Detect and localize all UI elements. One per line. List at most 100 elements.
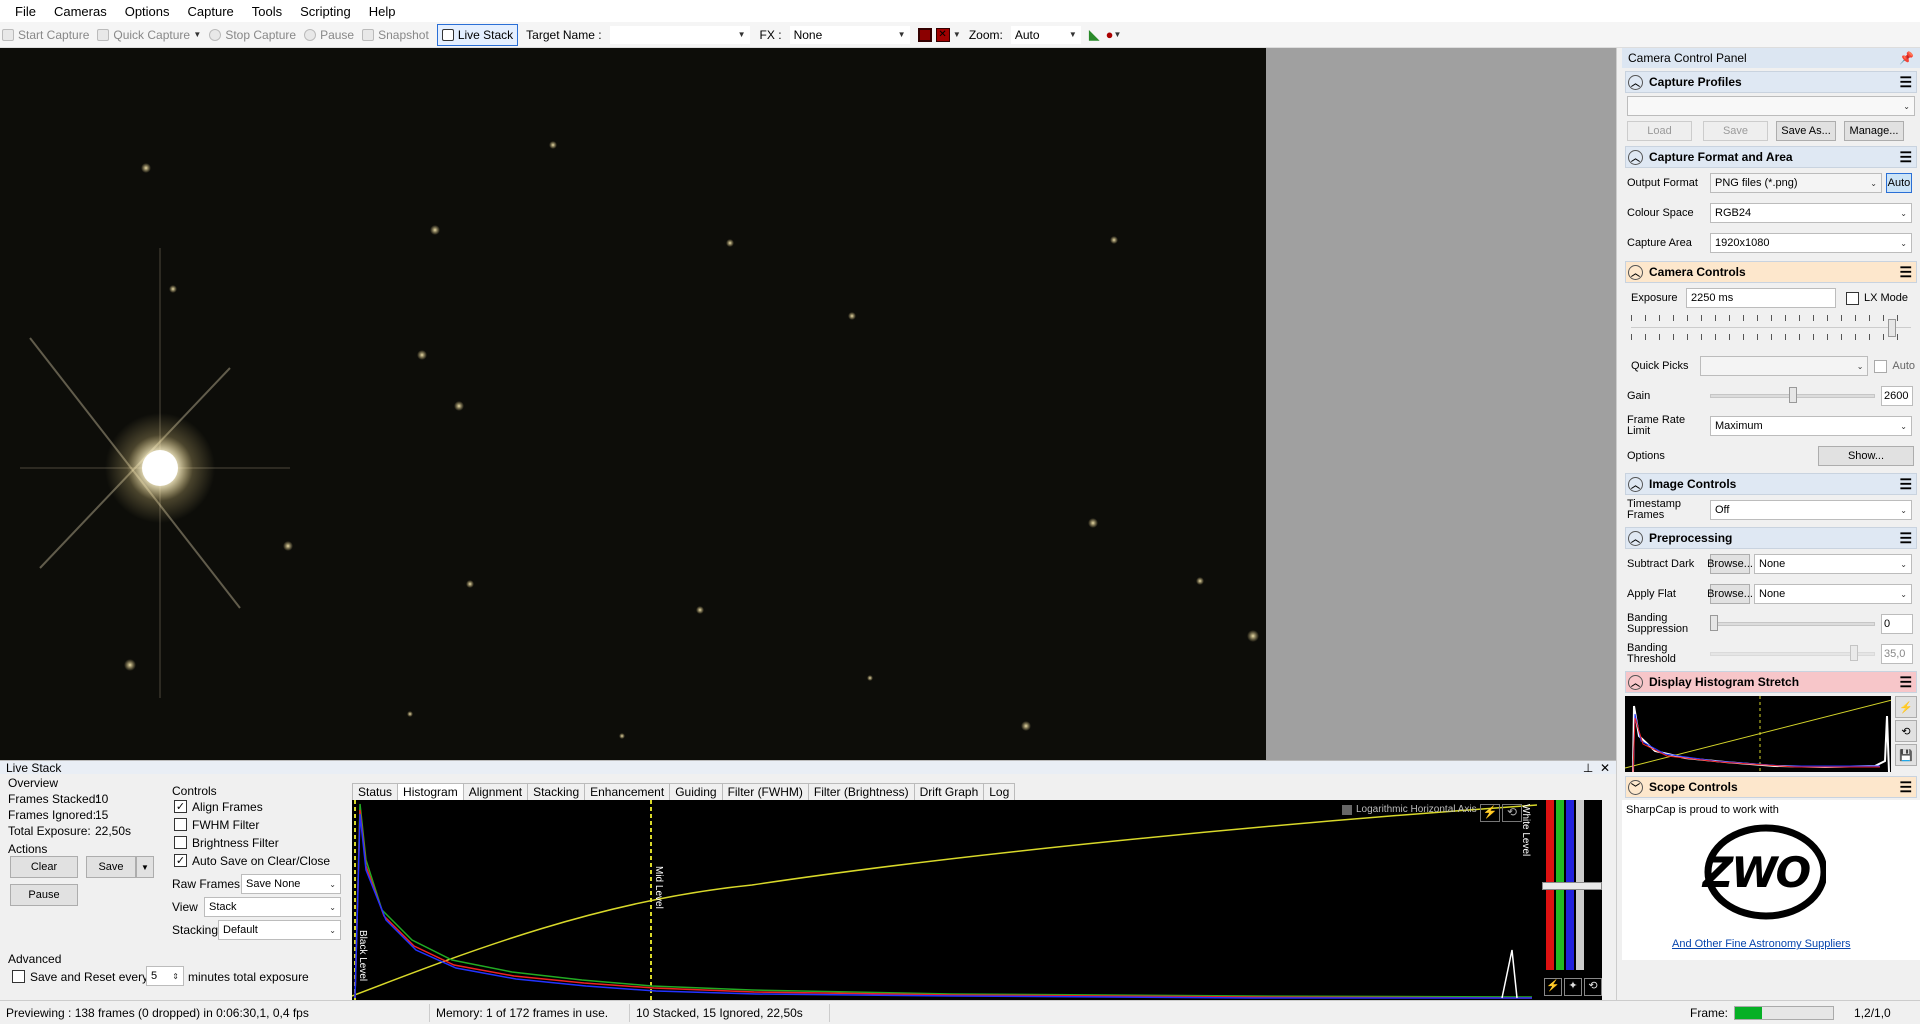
collapse-icon[interactable]: ︿ <box>1628 74 1643 90</box>
image-viewer[interactable] <box>0 48 1266 760</box>
collapse-icon[interactable]: ︿ <box>1628 530 1643 546</box>
auto-stretch-icon[interactable]: ⚡ <box>1480 804 1500 822</box>
save-reset-checkbox[interactable] <box>12 970 25 983</box>
auto-stretch-icon[interactable]: ⚡ <box>1544 978 1562 996</box>
tab-drift-graph[interactable]: Drift Graph <box>913 783 985 800</box>
menu-icon[interactable]: ☰ <box>1899 674 1912 691</box>
load-profile-button[interactable]: Load <box>1627 121 1692 141</box>
suppliers-link[interactable]: And Other Fine Astronomy Suppliers <box>1672 938 1851 950</box>
auto-stretch-icon[interactable]: ⚡ <box>1895 696 1917 718</box>
fx-select[interactable]: None ▼ <box>789 25 910 44</box>
tab-histogram[interactable]: Histogram <box>397 783 464 800</box>
auto-save-checkbox[interactable]: ✓ <box>174 854 187 867</box>
fwhm-filter-checkbox[interactable] <box>174 818 187 831</box>
collapse-icon[interactable]: ︿ <box>1628 674 1643 690</box>
quick-capture-button[interactable]: Quick Capture ▼ <box>97 24 201 46</box>
save-as-profile-button[interactable]: Save As... <box>1776 121 1836 141</box>
tab-filter-brightness[interactable]: Filter (Brightness) <box>807 783 915 800</box>
menu-scripting[interactable]: Scripting <box>291 4 360 19</box>
gain-slider[interactable] <box>1710 387 1875 403</box>
manage-profiles-button[interactable]: Manage... <box>1844 121 1904 141</box>
collapse-icon[interactable]: ︿ <box>1628 264 1643 280</box>
timestamp-select[interactable]: Off ⌄ <box>1710 500 1912 520</box>
tab-stacking[interactable]: Stacking <box>527 783 586 800</box>
section-histogram-stretch[interactable]: ︿ Display Histogram Stretch ☰ <box>1625 671 1917 693</box>
tab-guiding[interactable]: Guiding <box>669 783 723 800</box>
exposure-input[interactable]: 2250 ms <box>1686 288 1836 308</box>
save-icon[interactable]: 💾 <box>1895 744 1917 766</box>
stacking-select[interactable]: Default ⌄ <box>218 920 341 940</box>
collapse-icon[interactable]: ︿ <box>1628 476 1643 492</box>
menu-tools[interactable]: Tools <box>243 4 291 19</box>
sparkle-icon[interactable]: ✦ <box>1564 978 1582 996</box>
pause-stack-button[interactable]: Pause <box>10 884 78 906</box>
reset-icon[interactable]: ⟲ <box>1502 804 1522 822</box>
section-capture-format[interactable]: ︿ Capture Format and Area ☰ <box>1625 146 1917 168</box>
reset-icon[interactable]: ⟲ <box>1584 978 1602 996</box>
log-axis-toggle[interactable]: Logarithmic Horizontal Axis <box>1342 804 1477 815</box>
tab-filter-fwhm[interactable]: Filter (FWHM) <box>721 783 809 800</box>
frame-rate-select[interactable]: Maximum ⌄ <box>1710 416 1912 436</box>
menu-cameras[interactable]: Cameras <box>45 4 116 19</box>
tab-log[interactable]: Log <box>983 783 1016 800</box>
focus-assist-icon[interactable]: ● ▼ <box>1106 24 1122 46</box>
pin-icon[interactable]: ⊥ <box>1583 761 1593 775</box>
banding-suppression-input[interactable]: 0 <box>1881 614 1913 634</box>
banding-suppression-thumb[interactable] <box>1710 615 1718 631</box>
banding-suppression-slider[interactable] <box>1710 615 1875 631</box>
section-preprocessing[interactable]: ︿ Preprocessing ☰ <box>1625 527 1917 549</box>
section-scope-controls[interactable]: ﹀ Scope Controls ☰ <box>1625 776 1917 798</box>
tab-status[interactable]: Status <box>352 783 399 800</box>
pause-button[interactable]: Pause <box>304 24 354 46</box>
collapse-icon[interactable]: ︿ <box>1628 149 1643 165</box>
tab-alignment[interactable]: Alignment <box>462 783 529 800</box>
profile-select[interactable]: ⌄ <box>1627 96 1915 116</box>
menu-icon[interactable]: ☰ <box>1899 779 1912 796</box>
menu-help[interactable]: Help <box>360 4 405 19</box>
menu-capture[interactable]: Capture <box>179 4 243 19</box>
colour-space-select[interactable]: RGB24 ⌄ <box>1710 203 1912 223</box>
red-cross-button[interactable]: ✕ ▼ <box>935 24 961 46</box>
stack-histogram[interactable]: Logarithmic Horizontal Axis ⚡ ⟲ Black Le… <box>352 800 1542 1000</box>
exposure-slider-thumb[interactable] <box>1888 319 1896 337</box>
live-stack-button[interactable]: Live Stack <box>436 23 519 46</box>
menu-options[interactable]: Options <box>116 4 179 19</box>
output-format-select[interactable]: PNG files (*.png) ⌄ <box>1710 173 1882 193</box>
flat-select[interactable]: None ⌄ <box>1754 584 1912 604</box>
show-options-button[interactable]: Show... <box>1818 446 1914 466</box>
expand-icon[interactable]: ﹀ <box>1628 779 1643 795</box>
capture-area-select[interactable]: 1920x1080 ⌄ <box>1710 233 1912 253</box>
section-image-controls[interactable]: ︿ Image Controls ☰ <box>1625 473 1917 495</box>
section-capture-profiles[interactable]: ︿ Capture Profiles ☰ <box>1625 71 1917 93</box>
zoom-select[interactable]: Auto ▼ <box>1010 25 1081 44</box>
stop-capture-button[interactable]: Stop Capture <box>209 24 296 46</box>
browse-dark-button[interactable]: Browse... <box>1707 554 1753 574</box>
gain-value-input[interactable]: 2600 <box>1881 386 1913 406</box>
menu-icon[interactable]: ☰ <box>1899 530 1912 547</box>
gain-slider-thumb[interactable] <box>1788 387 1797 403</box>
pin-icon[interactable]: 📌 <box>1899 51 1914 65</box>
banding-threshold-thumb[interactable] <box>1850 645 1858 661</box>
quick-picks-select[interactable]: ⌄ <box>1700 356 1869 376</box>
histogram-icon[interactable]: ◣ <box>1089 24 1100 46</box>
save-stack-button[interactable]: Save <box>86 856 136 878</box>
save-profile-button[interactable]: Save <box>1703 121 1768 141</box>
target-name-combo[interactable]: ▼ <box>609 25 750 44</box>
quick-picks-auto-checkbox[interactable] <box>1874 359 1888 373</box>
section-camera-controls[interactable]: ︿ Camera Controls ☰ <box>1625 261 1917 283</box>
channel-slider-thumb[interactable] <box>1542 882 1602 890</box>
banding-threshold-input[interactable]: 35,0 <box>1881 644 1913 664</box>
red-highlight-button[interactable] <box>917 24 932 46</box>
snapshot-button[interactable]: Snapshot <box>362 24 429 46</box>
exposure-slider[interactable] <box>1622 315 1920 351</box>
menu-file[interactable]: File <box>6 4 45 19</box>
view-select[interactable]: Stack ⌄ <box>204 897 341 917</box>
menu-icon[interactable]: ☰ <box>1899 264 1912 281</box>
save-reset-minutes-input[interactable]: 5 ⇕ <box>146 966 184 986</box>
lx-mode-checkbox[interactable] <box>1846 291 1859 305</box>
auto-format-button[interactable]: Auto <box>1886 173 1912 193</box>
clear-stack-button[interactable]: Clear <box>10 856 78 878</box>
tab-enhancement[interactable]: Enhancement <box>584 783 671 800</box>
banding-threshold-slider[interactable] <box>1710 645 1875 661</box>
channel-sliders[interactable]: ⚡ ✦ ⟲ <box>1542 800 1602 1000</box>
